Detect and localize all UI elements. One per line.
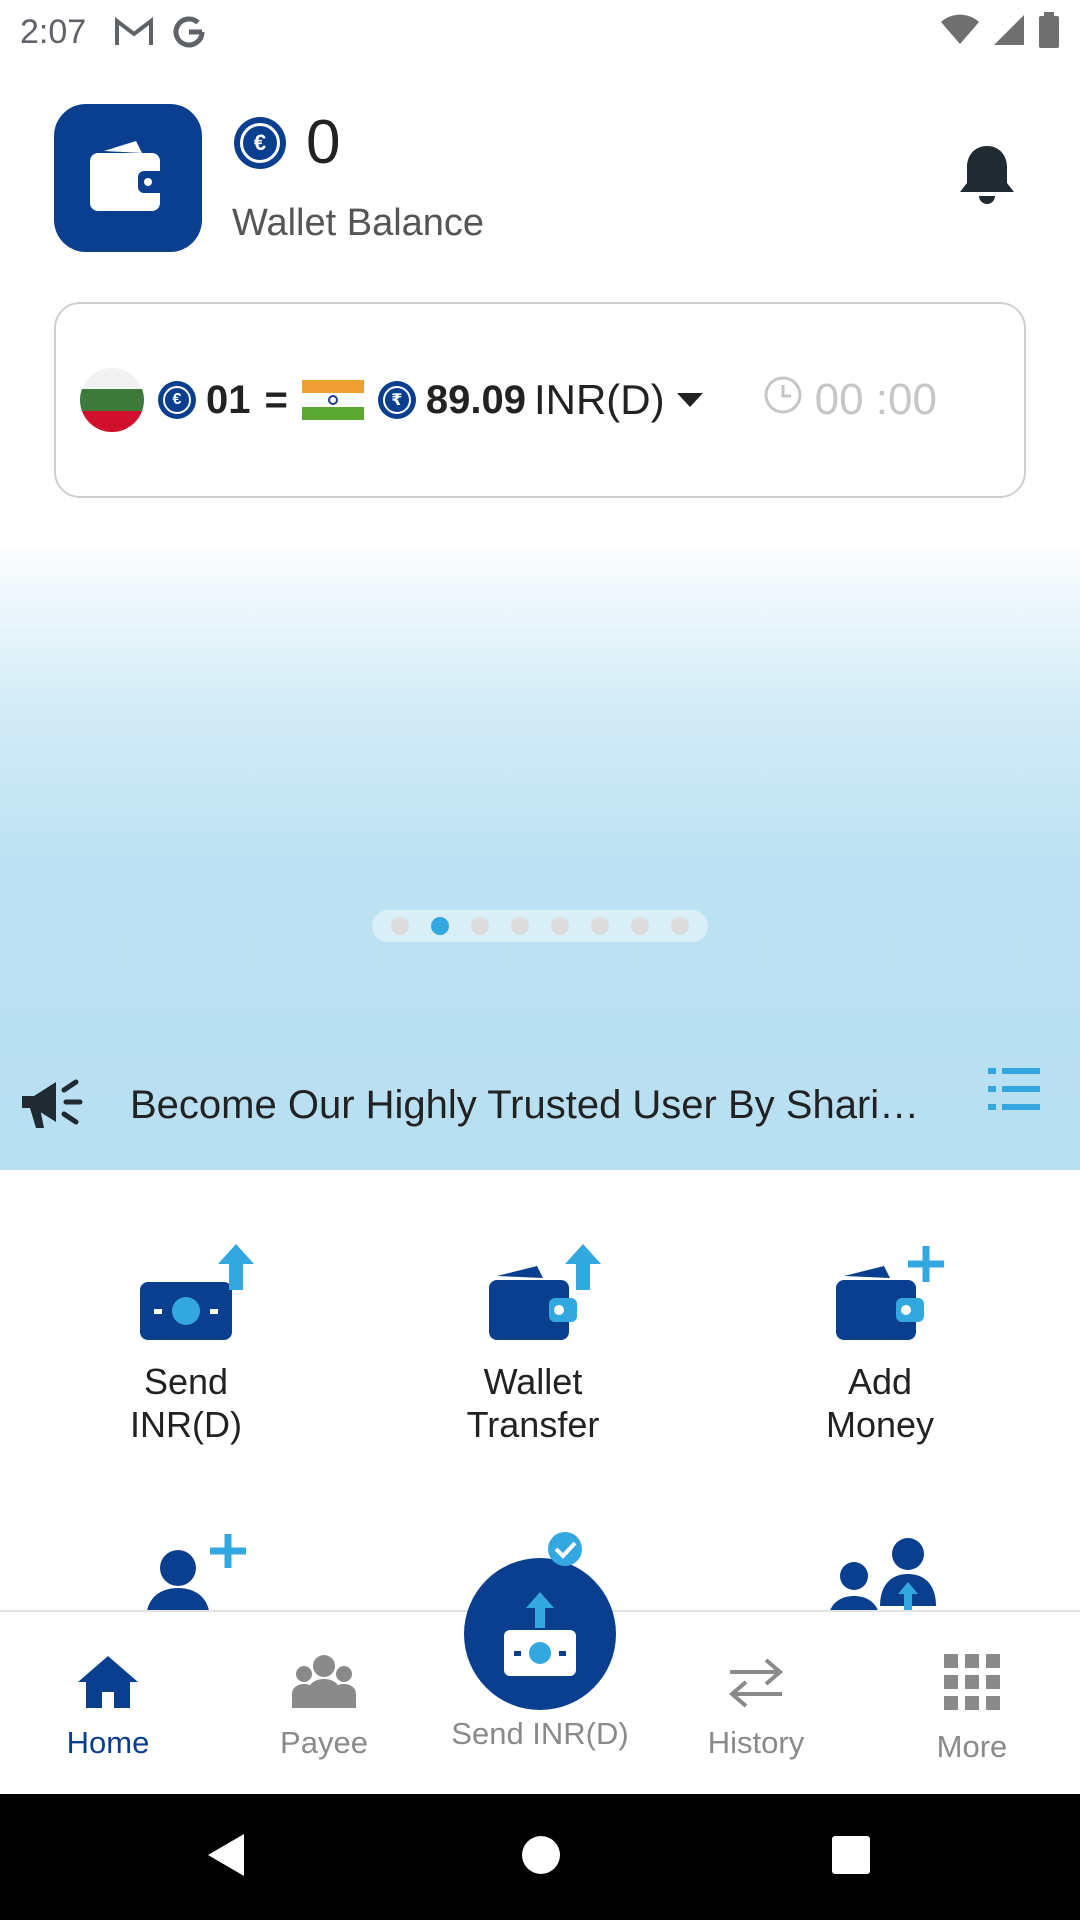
- add-payee-action[interactable]: [130, 1520, 270, 1610]
- rate-from-amount: 01: [206, 377, 251, 422]
- carousel-dot[interactable]: [511, 917, 529, 935]
- carousel-dot[interactable]: [391, 917, 409, 935]
- wifi-icon: [940, 14, 980, 51]
- nav-history[interactable]: History: [656, 1652, 856, 1761]
- home-circle-icon[interactable]: [520, 1834, 562, 1881]
- people-icon: [290, 1652, 358, 1717]
- nav-payee[interactable]: Payee: [224, 1652, 424, 1761]
- send-money-icon: [116, 1240, 256, 1350]
- grid-icon: [942, 1652, 1002, 1717]
- nav-payee-label: Payee: [280, 1725, 368, 1760]
- megaphone-icon: [18, 1072, 90, 1139]
- carousel-dot[interactable]: [471, 917, 489, 935]
- swap-arrows-icon: [724, 1652, 788, 1717]
- wallet-balance-label: Wallet Balance: [232, 202, 485, 244]
- timer-value: 00 :00: [814, 375, 937, 424]
- carousel-dot[interactable]: [591, 917, 609, 935]
- signal-icon: [992, 13, 1026, 52]
- carousel-dot[interactable]: [671, 917, 689, 935]
- clock-icon: [763, 375, 803, 426]
- chevron-down-icon[interactable]: [676, 393, 703, 407]
- add-money-action[interactable]: Add Money: [750, 1240, 1010, 1446]
- bulgaria-flag-icon: [80, 368, 144, 432]
- google-icon: [172, 15, 206, 49]
- wallet-balance-row: € 0: [234, 112, 340, 174]
- recents-icon[interactable]: [830, 1834, 872, 1881]
- home-icon: [76, 1652, 140, 1717]
- status-bar: 2:07: [0, 0, 1080, 64]
- list-icon[interactable]: [986, 1064, 1042, 1119]
- nav-history-label: History: [707, 1725, 805, 1760]
- nav-send-label[interactable]: Send INR(D): [420, 1716, 660, 1752]
- nav-home[interactable]: Home: [8, 1652, 208, 1761]
- rate-currency: INR(D): [533, 376, 665, 423]
- carousel-dot[interactable]: [551, 917, 569, 935]
- send-inr-action[interactable]: Send INR(D): [56, 1240, 316, 1446]
- verified-check-icon: [546, 1530, 584, 1573]
- rupee-coin-icon: ₹: [377, 381, 416, 419]
- rate-timer: 00 :00: [763, 375, 937, 426]
- status-time: 2:07: [20, 12, 87, 51]
- wallet-icon: [86, 137, 170, 220]
- battery-icon: [1038, 11, 1060, 53]
- send-inr-fab[interactable]: [464, 1558, 616, 1710]
- carousel-dot[interactable]: [631, 917, 649, 935]
- carousel-indicator: [372, 910, 708, 942]
- system-nav-bar: [0, 1794, 1080, 1920]
- wallet-transfer-icon: [463, 1240, 603, 1350]
- back-icon[interactable]: [206, 1832, 246, 1883]
- group-action[interactable]: [816, 1520, 956, 1610]
- euro-coin-icon: €: [234, 117, 286, 169]
- wallet-transfer-action[interactable]: Wallet Transfer: [403, 1240, 663, 1446]
- euro-coin-icon: €: [158, 381, 196, 419]
- nav-more[interactable]: More: [872, 1652, 1072, 1765]
- add-money-icon: [810, 1240, 950, 1350]
- wallet-balance-amount: 0: [306, 108, 341, 177]
- bell-icon[interactable]: [952, 140, 1022, 215]
- send-inr-label: Send INR(D): [130, 1361, 242, 1445]
- nav-more-label: More: [936, 1729, 1008, 1764]
- rate-equals: =: [264, 377, 288, 422]
- gmail-icon: [114, 17, 154, 47]
- wallet-transfer-label: Wallet Transfer: [466, 1361, 600, 1445]
- wallet-logo: [54, 104, 202, 252]
- add-money-label: Add Money: [825, 1361, 935, 1445]
- send-money-icon: [490, 1582, 590, 1687]
- nav-home-label: Home: [66, 1725, 150, 1760]
- india-flag-icon: [301, 380, 364, 421]
- rate-to-amount: 89.09: [425, 377, 526, 422]
- exchange-rate-card[interactable]: € 01 = ₹ 89.09 INR(D) 00 :00: [54, 302, 1026, 498]
- announcement-text: Become Our Highly Trusted User By Sharin…: [130, 1082, 920, 1127]
- announcement-bar[interactable]: Become Our Highly Trusted User By Sharin…: [0, 1040, 1080, 1170]
- carousel-dot-active[interactable]: [431, 917, 449, 935]
